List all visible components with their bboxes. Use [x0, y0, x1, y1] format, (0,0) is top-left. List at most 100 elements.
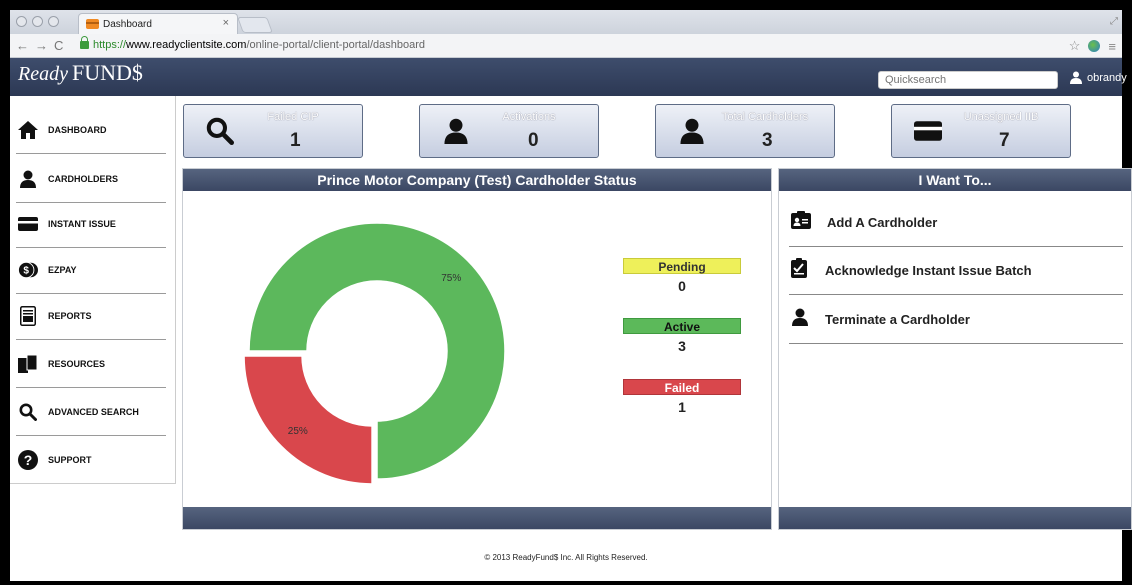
status-panel: Prince Motor Company (Test) Cardholder S… [182, 168, 772, 530]
want-item-label: Add A Cardholder [827, 215, 938, 230]
status-panel-title: Prince Motor Company (Test) Cardholder S… [183, 169, 771, 191]
bookmark-star-icon[interactable]: ☆ [1069, 38, 1081, 54]
legend-failed: Failed 1 [623, 379, 741, 415]
user-menu[interactable]: obrandy [1070, 71, 1127, 84]
stat-card-failed-cip[interactable]: Failed CIP 1 [183, 104, 363, 158]
question-icon: ? [18, 450, 38, 470]
money-icon: $ [18, 260, 38, 280]
person-icon [674, 113, 710, 149]
want-panel: I Want To... Add A Cardholder Acknowledg… [778, 168, 1132, 530]
sidebar-item-ezpay[interactable]: $ EZPAY [16, 246, 166, 294]
browser-tabbar: Dashboard × ⤢ [10, 10, 1122, 34]
sidebar-item-reports[interactable]: REPORTS [16, 292, 166, 340]
search-icon [18, 402, 38, 422]
donut-slice-failed [243, 355, 373, 485]
sidebar-item-cardholders[interactable]: CARDHOLDERS [16, 155, 166, 203]
search-icon [202, 113, 238, 149]
close-window-button[interactable] [16, 16, 27, 27]
sidebar-item-label: EZPAY [48, 264, 77, 275]
want-item-label: Terminate a Cardholder [825, 312, 970, 327]
legend-active: Active 3 [623, 318, 741, 354]
sidebar-item-label: ADVANCED SEARCH [48, 406, 139, 417]
legend-pending: Pending 0 [623, 258, 741, 294]
stat-card-activations[interactable]: Activations 0 [419, 104, 599, 158]
stat-title: Unassigned IIB [963, 111, 1039, 123]
url-host: www.readyclientsite.com [126, 39, 247, 51]
stat-title: Failed CIP [267, 111, 319, 123]
sidebar-item-label: RESOURCES [48, 358, 106, 369]
documents-icon [18, 354, 38, 374]
donut-label-failed: 25% [288, 426, 308, 437]
zoom-window-button[interactable] [48, 16, 59, 27]
want-item-acknowledge-batch[interactable]: Acknowledge Instant Issue Batch [789, 247, 1123, 295]
sidebar-item-resources[interactable]: RESOURCES [16, 340, 166, 388]
sidebar-item-dashboard[interactable]: DASHBOARD [16, 106, 166, 154]
forward-icon[interactable]: → [35, 38, 54, 53]
sidebar-item-label: DASHBOARD [48, 124, 107, 135]
person-icon [791, 308, 809, 331]
legend-pending-label: Pending [623, 258, 741, 274]
person-icon [18, 169, 38, 189]
sidebar-item-label: SUPPORT [48, 455, 92, 465]
back-icon[interactable]: ← [16, 38, 35, 53]
sidebar-item-advanced-search[interactable]: ADVANCED SEARCH [16, 388, 166, 436]
sidebar-item-support[interactable]: ? SUPPORT [16, 436, 166, 484]
copyright: © 2013 ReadyFund$ Inc. All Rights Reserv… [484, 553, 648, 562]
nav-buttons: ←→C [16, 38, 69, 53]
browser-toolbar: ←→C https://www.readyclientsite.com/onli… [10, 34, 1122, 58]
person-icon [438, 113, 474, 149]
legend-active-value: 3 [678, 338, 686, 354]
sidebar: DASHBOARD CARDHOLDERS INSTANT ISSUE $ EZ… [10, 96, 176, 484]
app-header: ReadyFUND$ obrandy [10, 58, 1127, 96]
url-scheme: https:// [93, 39, 127, 51]
stat-value: 1 [290, 130, 301, 151]
stat-title: Activations [502, 111, 556, 123]
sidebar-item-label: REPORTS [48, 310, 92, 321]
sidebar-item-instant-issue[interactable]: INSTANT ISSUE [16, 200, 166, 248]
want-panel-title: I Want To... [779, 169, 1131, 191]
stat-card-total-cardholders[interactable]: Total Cardholders 3 [655, 104, 835, 158]
browser-right-controls: ☆ ≡ [1069, 38, 1116, 54]
legend-active-label: Active [623, 318, 741, 334]
card-icon [910, 113, 946, 149]
donut-label-active: 75% [441, 273, 461, 284]
checklist-icon [791, 258, 809, 283]
tab-title: Dashboard [103, 19, 152, 30]
fullscreen-icon[interactable]: ⤢ [1110, 16, 1118, 27]
address-bar[interactable]: https://www.readyclientsite.com/online-p… [80, 36, 1060, 55]
url-path: /online-portal/client-portal/dashboard [246, 39, 426, 51]
logo-funds: FUND$ [71, 60, 143, 85]
stat-value: 7 [999, 130, 1010, 151]
menu-icon[interactable]: ≡ [1108, 39, 1116, 54]
status-panel-footer [183, 507, 771, 529]
extension-globe-icon[interactable] [1088, 40, 1101, 52]
legend-pending-value: 0 [678, 278, 686, 294]
minimize-window-button[interactable] [32, 16, 43, 27]
username: obrandy [1087, 71, 1127, 84]
donut-chart: 25% 75% [243, 222, 506, 485]
home-icon [18, 120, 38, 140]
want-item-label: Acknowledge Instant Issue Batch [825, 263, 1032, 278]
lock-icon [80, 36, 89, 49]
legend-failed-value: 1 [678, 399, 686, 415]
legend-failed-label: Failed [623, 379, 741, 395]
card-icon [18, 214, 38, 234]
sidebar-item-label: CARDHOLDERS [48, 173, 119, 184]
reload-icon[interactable]: C [54, 38, 69, 53]
id-card-icon [791, 211, 811, 234]
want-panel-footer [779, 507, 1131, 529]
favicon-icon [86, 19, 99, 29]
logo[interactable]: Ready FUND$ [18, 60, 143, 86]
browser-tab[interactable]: Dashboard × [78, 13, 238, 34]
svg-text:?: ? [24, 452, 33, 468]
user-icon [1070, 71, 1082, 84]
sidebar-item-label: INSTANT ISSUE [48, 218, 116, 229]
logo-ready: Ready [18, 63, 68, 85]
want-item-add-cardholder[interactable]: Add A Cardholder [789, 199, 1123, 247]
want-item-terminate-cardholder[interactable]: Terminate a Cardholder [789, 296, 1123, 344]
stat-card-unassigned-iib[interactable]: Unassigned IIB 7 [891, 104, 1071, 158]
stat-value: 0 [528, 130, 539, 151]
quicksearch-input[interactable] [878, 71, 1058, 89]
new-tab-button[interactable] [237, 17, 273, 33]
tab-close-icon[interactable]: × [223, 17, 229, 29]
